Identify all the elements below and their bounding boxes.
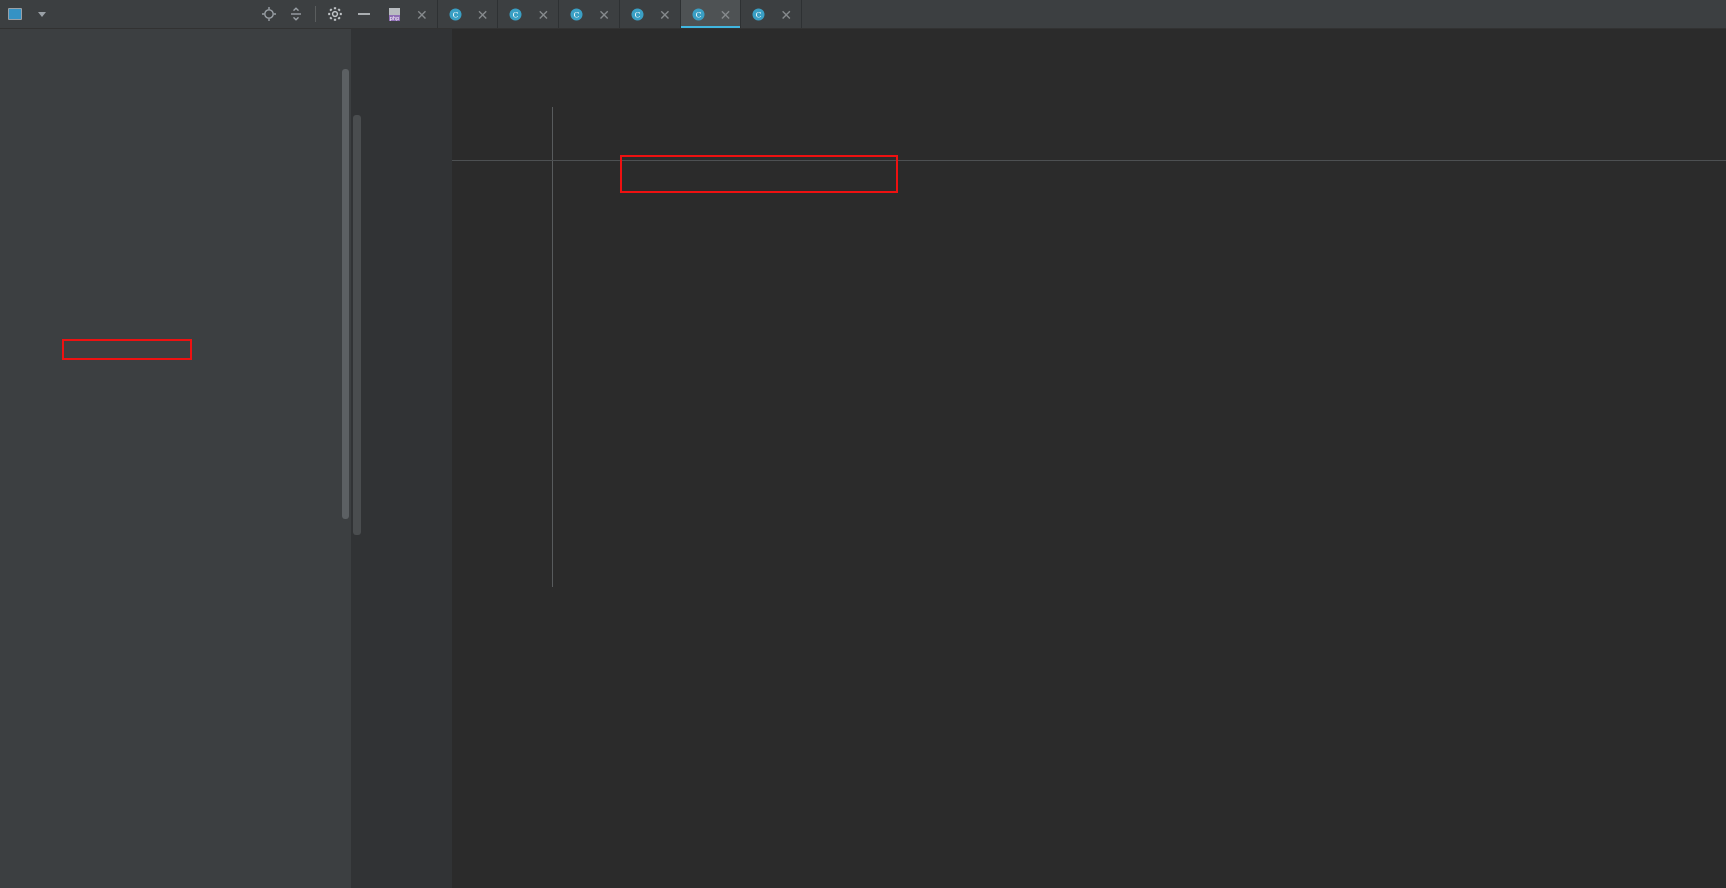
svg-text:C: C xyxy=(452,10,458,19)
class-icon: C xyxy=(751,7,766,22)
editor-tab[interactable]: C ✕ xyxy=(438,0,499,28)
gear-icon[interactable] xyxy=(327,6,343,22)
class-icon: C xyxy=(508,7,523,22)
close-icon[interactable]: ✕ xyxy=(416,8,428,22)
chevron-down-icon[interactable] xyxy=(38,11,46,17)
close-icon[interactable]: ✕ xyxy=(598,8,610,22)
editor-tab-strip: php ✕ C ✕ C ✕ C ✕ C ✕ C ✕ C ✕ xyxy=(351,0,1726,29)
editor-tab[interactable]: C ✕ xyxy=(741,0,803,28)
indent-guide xyxy=(552,107,553,587)
svg-text:C: C xyxy=(695,10,701,19)
class-icon: C xyxy=(630,7,645,22)
close-icon[interactable]: ✕ xyxy=(720,8,732,22)
domain-file-annotation xyxy=(62,339,192,360)
class-separator-line xyxy=(452,160,1726,161)
editor-tab[interactable]: php ✕ xyxy=(377,0,438,28)
editor-tab[interactable]: C ✕ xyxy=(620,0,681,28)
locate-icon[interactable] xyxy=(261,6,277,22)
svg-text:C: C xyxy=(756,10,762,19)
close-icon[interactable]: ✕ xyxy=(537,8,549,22)
project-tool-window-button[interactable] xyxy=(8,8,46,20)
toolbar-divider xyxy=(315,6,316,22)
svg-text:C: C xyxy=(513,10,519,19)
svg-text:C: C xyxy=(574,10,580,19)
close-icon[interactable]: ✕ xyxy=(659,8,671,22)
php-file-icon: php xyxy=(387,7,402,22)
editor-tab[interactable]: C ✕ xyxy=(559,0,620,28)
project-icon xyxy=(8,8,22,20)
svg-text:php: php xyxy=(390,16,400,22)
svg-text:C: C xyxy=(635,10,641,19)
close-icon[interactable]: ✕ xyxy=(477,8,489,22)
project-tree[interactable] xyxy=(0,29,351,888)
code-area[interactable] xyxy=(452,29,1726,888)
collapse-all-icon[interactable] xyxy=(288,6,304,22)
editor-gutter[interactable] xyxy=(351,29,452,888)
gutter-marker-scrollbar[interactable] xyxy=(353,115,361,535)
main-area xyxy=(0,29,1726,888)
code-editor[interactable] xyxy=(351,29,1726,888)
class-icon: C xyxy=(569,7,584,22)
editor-tab[interactable]: C ✕ xyxy=(498,0,560,28)
class-icon: C xyxy=(691,7,706,22)
close-icon[interactable]: ✕ xyxy=(780,8,792,22)
ide-window: php ✕ C ✕ C ✕ C ✕ C ✕ C ✕ C ✕ xyxy=(0,0,1726,888)
minimize-icon[interactable] xyxy=(351,0,377,28)
top-bar: php ✕ C ✕ C ✕ C ✕ C ✕ C ✕ C ✕ xyxy=(0,0,1726,29)
class-icon: C xyxy=(448,7,463,22)
editor-tab-active[interactable]: C ✕ xyxy=(680,0,742,28)
project-panel-actions xyxy=(261,6,345,22)
tree-scrollbar[interactable] xyxy=(342,69,349,519)
project-panel-header xyxy=(0,0,351,29)
